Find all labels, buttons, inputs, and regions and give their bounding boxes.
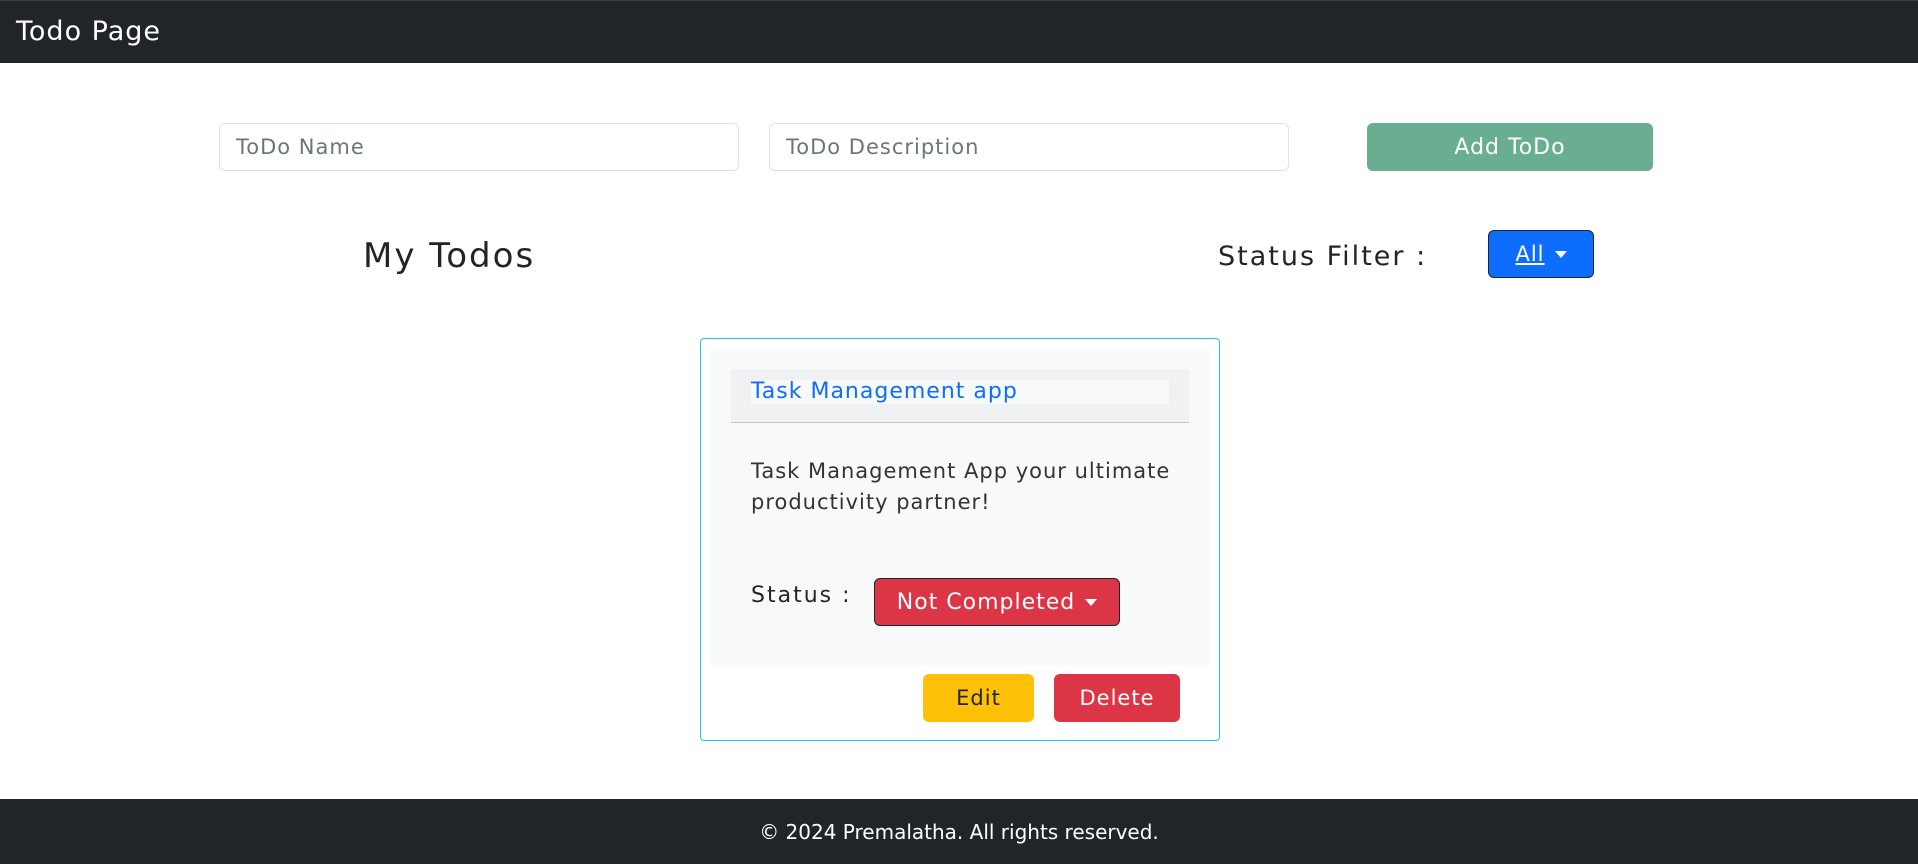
todo-description: Task Management App your ultimate produc… (751, 459, 1171, 514)
status-filter-dropdown[interactable]: All (1488, 230, 1594, 278)
section-heading: My Todos (363, 236, 536, 276)
footer: © 2024 Premalatha. All rights reserved. (0, 799, 1918, 864)
footer-copyright: © 2024 Premalatha. All rights reserved. (759, 819, 1159, 844)
todo-status-dropdown[interactable]: Not Completed (874, 578, 1120, 626)
navbar-brand[interactable]: Todo Page (16, 16, 161, 47)
edit-button[interactable]: Edit (923, 674, 1034, 722)
caret-down-icon (1085, 598, 1098, 606)
todo-title: Task Management app (751, 380, 1169, 404)
todo-description-input[interactable] (769, 123, 1289, 171)
status-filter-value: All (1515, 242, 1545, 266)
delete-button[interactable]: Delete (1054, 674, 1180, 722)
todo-name-input[interactable] (219, 123, 739, 171)
todo-card: Task Management app Task Management App … (700, 338, 1220, 741)
todo-card-body: Task Management app Task Management App … (711, 349, 1209, 665)
add-todo-button[interactable]: Add ToDo (1367, 123, 1653, 171)
caret-down-icon (1554, 250, 1567, 258)
todo-status-value: Not Completed (896, 589, 1076, 615)
status-filter-label: Status Filter : (1218, 241, 1428, 272)
navbar: Todo Page (0, 0, 1918, 63)
todo-status-label: Status : (751, 583, 852, 608)
todo-card-header: Task Management app (731, 369, 1189, 423)
